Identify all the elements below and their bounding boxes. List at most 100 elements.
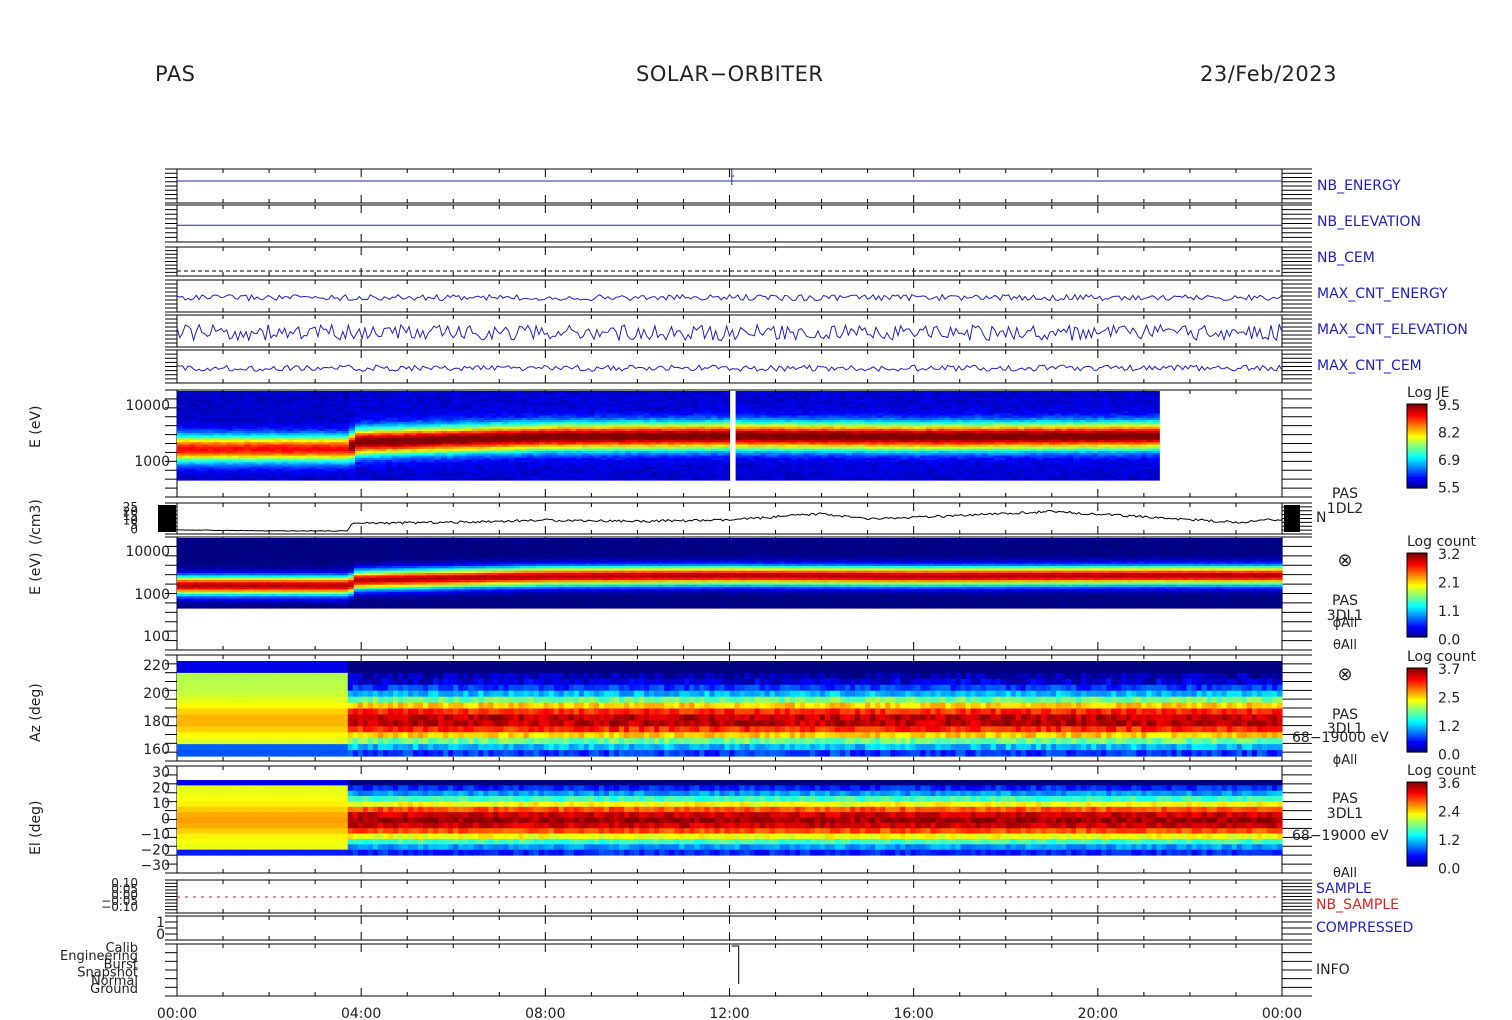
- energy-flux-cell: [214, 478, 221, 481]
- energy-flux-cell: [588, 478, 595, 481]
- energy-flux-cell: [613, 478, 620, 481]
- energy-flux-cell: [576, 478, 583, 481]
- stacked-time-series-plot: NB_ENERGY NB_ELEVATION NB_CEM MAX_CNT_ENERG…: [0, 0, 1512, 1020]
- energy-flux-cell: [220, 478, 227, 481]
- hk-panel-3-label: MAX_CNT_ENERGY: [1317, 286, 1448, 302]
- energy-flux-cell: [398, 478, 405, 481]
- energy-flux-cell: [551, 478, 558, 481]
- energy-flux-cell: [226, 478, 233, 481]
- energy-flux-cell: [785, 478, 792, 481]
- energy-flux-cell: [429, 478, 436, 481]
- hk-panel-1-label: NB_ELEVATION: [1317, 214, 1421, 230]
- energy-flux-cell: [294, 478, 301, 481]
- energy-flux-cell: [318, 478, 325, 481]
- energy-flux-cell: [865, 478, 872, 481]
- energy-flux-cell: [699, 478, 706, 481]
- energy-flux-cell: [509, 478, 516, 481]
- energy-flux-cell: [288, 478, 295, 481]
- energy-flux-cell: [459, 478, 466, 481]
- energy-flux-cell: [858, 478, 865, 481]
- energy-flux-cell: [834, 478, 841, 481]
- energy-flux-cell: [416, 478, 423, 481]
- energy-flux-cell: [760, 478, 767, 481]
- energy-flux-cell: [281, 478, 288, 481]
- energy-flux-cell: [625, 478, 632, 481]
- energy-flux-cell: [232, 478, 239, 481]
- energy-flux-cell: [441, 478, 448, 481]
- energy-flux-cell: [257, 478, 264, 481]
- energy-flux-cell: [742, 478, 749, 481]
- hk-panel-4-label: MAX_CNT_ELEVATION: [1317, 322, 1468, 338]
- hk-panel-0-label: NB_ENERGY: [1317, 178, 1401, 194]
- energy-flux-cell: [490, 478, 497, 481]
- energy-flux-cell: [582, 478, 589, 481]
- energy-flux-cell: [245, 478, 252, 481]
- energy-flux-cell: [797, 478, 804, 481]
- hk-panel-5-label: MAX_CNT_CEM: [1317, 358, 1422, 374]
- energy-flux-cell: [766, 478, 773, 481]
- hk-panel-2-label: NB_CEM: [1317, 250, 1375, 266]
- energy-flux-cell: [772, 478, 779, 481]
- energy-flux-cell: [410, 478, 417, 481]
- energy-flux-cell: [601, 478, 608, 481]
- energy-flux-cell: [306, 478, 313, 481]
- energy-flux-cell: [447, 478, 454, 481]
- energy-flux-cell: [355, 478, 362, 481]
- energy-flux-cell: [607, 478, 614, 481]
- energy-flux-cell: [662, 478, 669, 481]
- energy-flux-cell: [705, 478, 712, 481]
- energy-flux-cell: [380, 478, 387, 481]
- energy-flux-cell: [527, 478, 534, 481]
- energy-flux-cell: [570, 478, 577, 481]
- energy-flux-cell: [208, 478, 215, 481]
- energy-flux-cell: [496, 478, 503, 481]
- energy-flux-cell: [680, 478, 687, 481]
- hk-panel-4-trace: [177, 325, 1282, 341]
- energy-flux-cell: [852, 478, 859, 481]
- energy-flux-cell: [736, 478, 743, 481]
- energy-flux-cell: [312, 478, 319, 481]
- energy-flux-cell: [656, 478, 663, 481]
- energy-flux-cell: [453, 478, 460, 481]
- energy-flux-cell: [404, 478, 411, 481]
- energy-flux-cell: [515, 478, 522, 481]
- energy-flux-cell: [822, 478, 829, 481]
- energy-flux-cell: [545, 478, 552, 481]
- energy-flux-cell: [472, 478, 479, 481]
- energy-flux-cell: [539, 478, 546, 481]
- energy-flux-cell: [263, 478, 270, 481]
- energy-flux-cell: [392, 478, 399, 481]
- energy-flux-cell: [828, 478, 835, 481]
- energy-flux-cell: [809, 478, 816, 481]
- energy-flux-cell: [275, 478, 282, 481]
- energy-flux-cell: [423, 478, 430, 481]
- energy-flux-cell: [466, 478, 473, 481]
- energy-flux-cell: [386, 478, 393, 481]
- energy-flux-cell: [183, 478, 190, 481]
- energy-flux-cell: [269, 478, 276, 481]
- energy-flux-cell: [343, 478, 350, 481]
- energy-flux-cell: [478, 478, 485, 481]
- energy-flux-cell: [251, 478, 258, 481]
- energy-flux-cell: [558, 478, 565, 481]
- energy-flux-cell: [202, 478, 209, 481]
- energy-flux-cell: [484, 478, 491, 481]
- hk-panel-3-trace: [177, 295, 1282, 301]
- energy-flux-cell: [373, 478, 380, 481]
- energy-flux-cell: [195, 478, 202, 481]
- energy-flux-cell: [564, 478, 571, 481]
- energy-flux-cell: [435, 478, 442, 481]
- energy-flux-cell: [349, 478, 356, 481]
- energy-flux-cell: [177, 478, 184, 481]
- energy-flux-cell: [337, 478, 344, 481]
- energy-flux-cell: [674, 478, 681, 481]
- energy-flux-cell: [300, 478, 307, 481]
- energy-flux-cell: [644, 478, 651, 481]
- energy-flux-cell: [189, 478, 196, 481]
- energy-flux-cell: [502, 478, 509, 481]
- energy-flux-cell: [668, 478, 675, 481]
- energy-flux-cell: [754, 478, 761, 481]
- energy-flux-cell: [693, 478, 700, 481]
- energy-flux-cell: [723, 478, 730, 481]
- energy-flux-cell: [803, 478, 810, 481]
